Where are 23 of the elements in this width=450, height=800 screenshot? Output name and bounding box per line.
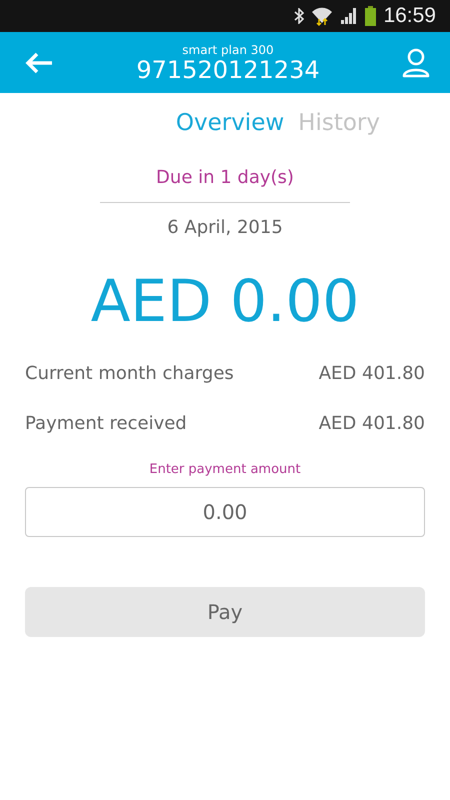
user-icon	[402, 48, 430, 78]
balance-amount: AED 0.00	[90, 266, 360, 336]
plan-name: smart plan 300	[182, 42, 274, 56]
due-notice: Due in 1 day(s)	[156, 167, 294, 188]
battery-icon	[365, 6, 376, 26]
charge-label: Payment received	[25, 412, 187, 436]
payment-label: Enter payment amount	[149, 462, 301, 477]
profile-button[interactable]	[402, 48, 430, 78]
clock-time: 16:59	[383, 4, 436, 28]
charge-label: Current month charges	[25, 362, 234, 386]
wifi-icon	[311, 5, 334, 27]
back-arrow-icon	[24, 50, 54, 74]
signal-icon	[340, 7, 358, 25]
bluetooth-icon	[294, 8, 304, 24]
charge-amount: AED 401.80	[318, 362, 425, 386]
tab[interactable]: Overview	[176, 110, 284, 136]
payment-amount-field[interactable]: 0.00	[25, 487, 425, 537]
phone-number: 971520121234	[136, 56, 320, 82]
back-button[interactable]	[24, 50, 54, 74]
tab[interactable]: History	[298, 110, 380, 136]
charge-amount: AED 401.80	[318, 412, 425, 436]
due-date: 6 April, 2015	[167, 217, 283, 238]
pay-button[interactable]: Pay	[25, 587, 425, 637]
